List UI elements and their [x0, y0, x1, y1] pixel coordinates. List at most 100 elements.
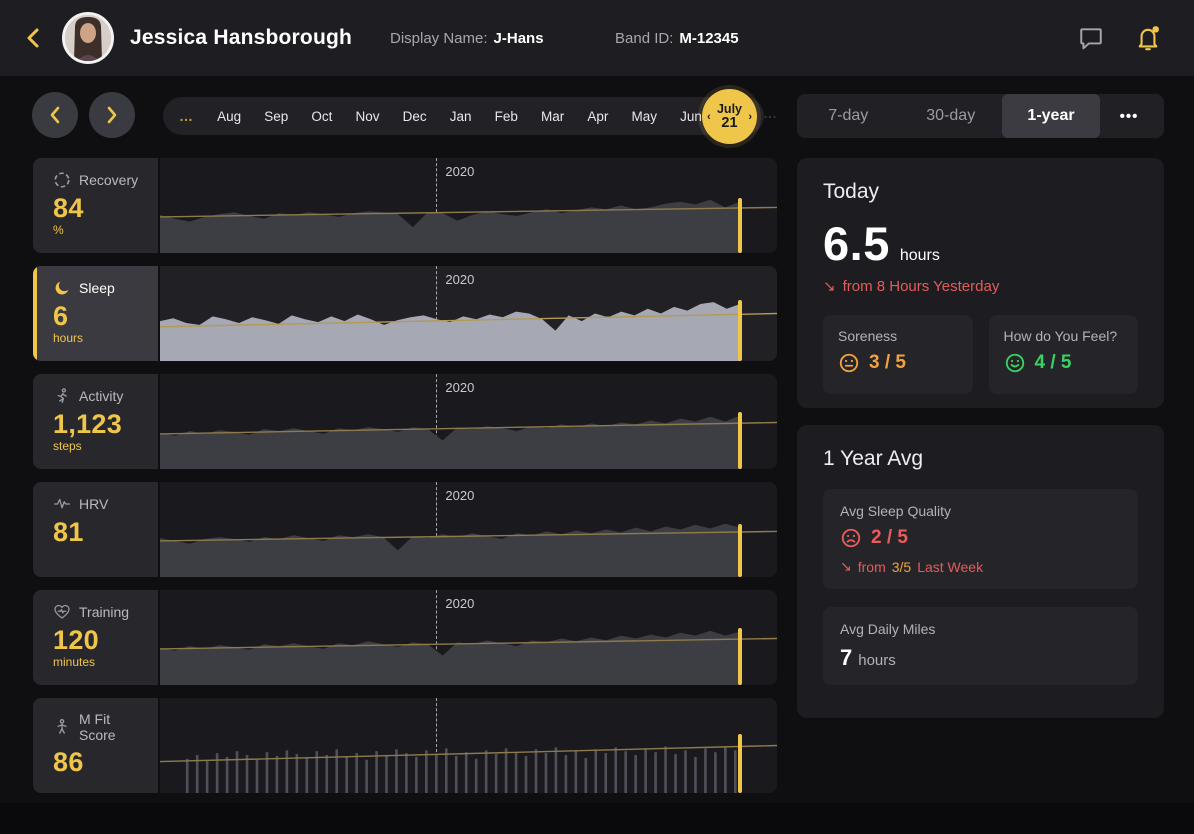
header: Jessica Hansborough Display Name: J-Hans… — [0, 0, 1194, 76]
today-value: 6.5 — [823, 216, 890, 271]
face-neutral-icon — [838, 352, 860, 374]
tab-30-day[interactable]: 30-day — [900, 94, 1003, 138]
today-title: Today — [823, 180, 1138, 204]
metric-unit: hours — [53, 331, 150, 345]
timeline-overflow-right: … — [763, 105, 778, 121]
metric-card-activity[interactable]: Activity 1,123 steps 2020 — [33, 374, 777, 469]
display-name-label: Display Name: — [390, 30, 488, 47]
today-unit: hours — [900, 247, 940, 265]
soreness-score: 3 / 5 — [869, 352, 906, 374]
month-sep[interactable]: Sep — [264, 109, 288, 124]
timeline-prev-button[interactable] — [32, 92, 78, 138]
month-aug[interactable]: Aug — [217, 109, 241, 124]
year-avg-title: 1 Year Avg — [823, 447, 1138, 471]
metric-card-training[interactable]: Training 120 minutes 2020 — [33, 590, 777, 685]
tab-1-year[interactable]: 1-year — [1002, 94, 1100, 138]
month-may[interactable]: May — [632, 109, 658, 124]
soreness-card: Soreness 3 / 5 — [823, 315, 973, 394]
day-next-icon[interactable]: › — [748, 111, 752, 123]
metric-value: 84 — [53, 194, 150, 222]
avg-sleep-quality-card: Avg Sleep Quality 2 / 5 ↘ from 3/5 Last … — [823, 489, 1138, 589]
notifications-button[interactable] — [1134, 22, 1166, 54]
avg-sleep-quality-delta: ↘ from 3/5 Last Week — [840, 558, 1121, 575]
range-tab-bar: 7-day 30-day 1-year ••• — [797, 94, 1164, 138]
day-prev-icon[interactable]: ‹ — [707, 111, 711, 123]
today-delta: ↘ from 8 Hours Yesterday — [823, 277, 1138, 295]
feel-label: How do You Feel? — [1004, 328, 1124, 344]
year-label: 2020 — [445, 164, 474, 179]
soreness-label: Soreness — [838, 328, 958, 344]
month-feb[interactable]: Feb — [495, 109, 518, 124]
month-nov[interactable]: Nov — [356, 109, 380, 124]
metric-unit: minutes — [53, 655, 150, 669]
pulse-icon — [53, 495, 71, 513]
delta-suffix: Last Week — [917, 559, 983, 575]
metric-label-panel: HRV 81 — [33, 482, 158, 577]
metric-list: Recovery 84 % 2020 Sleep 6 — [33, 158, 777, 806]
chevron-left-icon — [25, 27, 41, 49]
metric-unit: steps — [53, 439, 150, 453]
year-label: 2020 — [445, 596, 474, 611]
current-day-marker — [738, 734, 742, 793]
heart-pulse-icon — [53, 603, 71, 621]
month-jan[interactable]: Jan — [450, 109, 472, 124]
metric-card-hrv[interactable]: HRV 81 2020 — [33, 482, 777, 577]
selected-day: 21 — [721, 116, 737, 131]
month-jun[interactable]: Jun — [680, 109, 702, 124]
metric-card-recovery[interactable]: Recovery 84 % 2020 — [33, 158, 777, 253]
month-oct[interactable]: Oct — [311, 109, 332, 124]
month-dec[interactable]: Dec — [403, 109, 427, 124]
metric-value: 120 — [53, 626, 150, 654]
metric-label-panel: Activity 1,123 steps — [33, 374, 158, 469]
delta-prefix: from — [858, 559, 886, 575]
sleep-sparkline: 2020 — [160, 266, 777, 361]
metric-unit: % — [53, 223, 150, 237]
hrv-sparkline: 2020 — [160, 482, 777, 577]
current-day-marker — [738, 198, 742, 253]
avg-daily-miles-card: Avg Daily Miles 7 hours — [823, 607, 1138, 685]
metric-label-panel: Training 120 minutes — [33, 590, 158, 685]
year-label: 2020 — [445, 380, 474, 395]
down-right-arrow-icon: ↘ — [840, 558, 852, 575]
month-apr[interactable]: Apr — [587, 109, 608, 124]
range-more-button[interactable]: ••• — [1100, 108, 1158, 125]
chevron-left-icon — [49, 106, 61, 124]
tab-7-day[interactable]: 7-day — [797, 94, 900, 138]
month-mar[interactable]: Mar — [541, 109, 564, 124]
mfit-score-sparkline — [160, 698, 777, 793]
face-smile-icon — [1004, 352, 1026, 374]
band-id-label: Band ID: — [615, 30, 673, 47]
current-day-marker — [738, 412, 742, 469]
band-id-value: M-12345 — [679, 30, 738, 47]
avg-sleep-quality-score: 2 / 5 — [871, 527, 908, 549]
timeline-overflow-left[interactable]: … — [179, 108, 194, 124]
chat-button[interactable] — [1078, 22, 1110, 54]
selected-day-badge[interactable]: ‹ July 21 › — [702, 89, 757, 144]
metric-card-mfit-score[interactable]: M Fit Score 86 — [33, 698, 777, 793]
current-day-marker — [738, 524, 742, 577]
recovery-sparkline: 2020 — [160, 158, 777, 253]
metric-label: Sleep — [79, 280, 115, 296]
metric-value: 1,123 — [53, 410, 150, 438]
training-sparkline: 2020 — [160, 590, 777, 685]
current-day-marker — [738, 628, 742, 685]
feel-card: How do You Feel? 4 / 5 — [989, 315, 1139, 394]
current-day-marker — [738, 300, 742, 361]
avatar[interactable] — [62, 12, 114, 64]
avg-sleep-quality-label: Avg Sleep Quality — [840, 503, 1121, 519]
recovery-icon — [53, 171, 71, 189]
chevron-right-icon — [106, 106, 118, 124]
metric-label-panel: Recovery 84 % — [33, 158, 158, 253]
metric-label-panel: Sleep 6 hours — [33, 266, 158, 361]
avg-daily-miles-unit: hours — [858, 652, 896, 669]
back-button[interactable] — [18, 23, 48, 53]
moon-icon — [53, 279, 71, 297]
metric-value: 86 — [53, 748, 150, 776]
summary-panel: Today 6.5 hours ↘ from 8 Hours Yesterday… — [797, 158, 1164, 718]
metric-card-sleep[interactable]: Sleep 6 hours 2020 — [33, 266, 777, 361]
today-card: Today 6.5 hours ↘ from 8 Hours Yesterday… — [797, 158, 1164, 408]
timeline-next-button[interactable] — [89, 92, 135, 138]
year-label: 2020 — [445, 272, 474, 287]
delta-highlight: 3/5 — [892, 559, 911, 575]
down-right-arrow-icon: ↘ — [823, 277, 836, 295]
